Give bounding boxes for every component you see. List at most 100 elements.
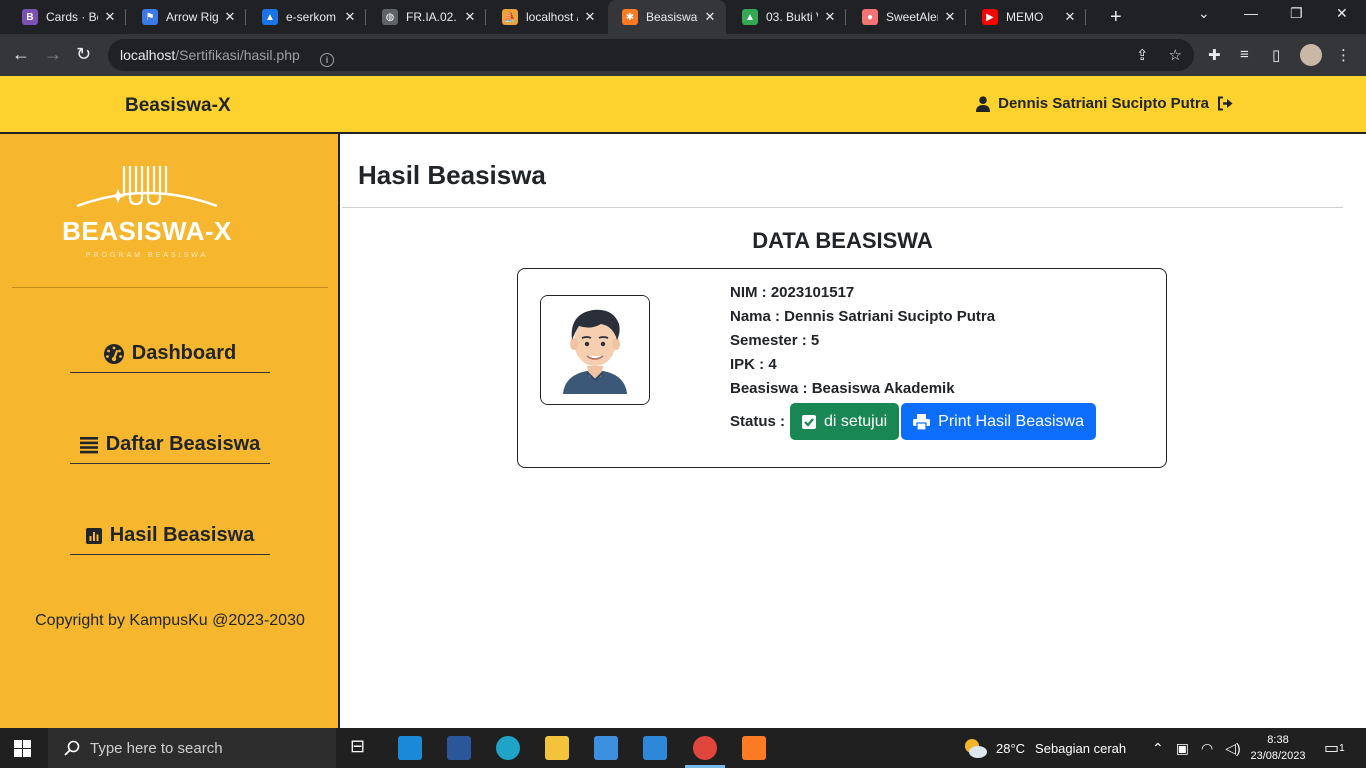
wifi-icon[interactable]: ◠ — [1201, 740, 1213, 757]
browser-tab[interactable]: ⚑ Arrow Righ ✕ — [128, 0, 246, 34]
weather-widget[interactable]: 28°C Sebagian cerah — [962, 728, 1126, 768]
browser-tab[interactable]: ⛵ localhost / ✕ — [488, 0, 606, 34]
url-path: /Sertifikasi/hasil.php — [175, 47, 300, 63]
tab-search-icon[interactable]: ⌄ — [1198, 5, 1210, 22]
close-tab-icon[interactable]: ✕ — [222, 9, 238, 25]
check-square-icon — [802, 414, 817, 429]
print-result-button[interactable]: Print Hasil Beasiswa — [901, 403, 1096, 440]
file-explorer-icon[interactable] — [545, 736, 569, 760]
extensions-puzzle-icon[interactable]: ✚ — [1208, 46, 1221, 64]
weather-desc: Sebagian cerah — [1035, 740, 1127, 756]
sidebar-item-label: Daftar Beasiswa — [105, 433, 261, 455]
browser-tab-bar: B Cards · Bo ✕ ⚑ Arrow Righ ✕ ▲ e-serkom ✕ ◍ FR.IA… — [0, 0, 1366, 34]
sidebar-item-label: Hasil Beasiswa — [109, 524, 255, 546]
browser-tab[interactable]: ▲ 03. Bukti V ✕ — [728, 0, 846, 34]
vscode-icon[interactable] — [398, 736, 422, 760]
address-bar[interactable]: i localhost/Sertifikasi/hasil.php ⇪ ☆ — [108, 39, 1194, 71]
bookmark-star-icon[interactable]: ☆ — [1169, 46, 1182, 64]
section-title: DATA BEASISWA — [752, 228, 933, 253]
tab-title: e-serkom — [286, 10, 337, 24]
notification-count: 1 — [1339, 742, 1345, 754]
system-tray: ⌃ ▣ ◠ ◁) — [1152, 728, 1241, 768]
sidebar: BEASISWA-X PROGRAM BEASISWA Dashboard Da… — [0, 134, 340, 728]
word-icon[interactable] — [447, 736, 471, 760]
back-icon[interactable]: ← — [12, 44, 30, 64]
close-window-button[interactable]: ✕ — [1336, 5, 1348, 22]
close-tab-icon[interactable]: ✕ — [1062, 9, 1078, 25]
new-tab-button[interactable]: + — [1110, 6, 1122, 29]
close-tab-icon[interactable]: ✕ — [582, 9, 598, 25]
edge-icon[interactable] — [496, 736, 520, 760]
browser-tab[interactable]: ▲ e-serkom ✕ — [248, 0, 366, 34]
browser-tab[interactable]: B Cards · Bo ✕ — [8, 0, 126, 34]
student-scholarship: Beasiswa : Beasiswa Akademik — [730, 380, 955, 397]
media-queue-icon[interactable]: ≡ — [1240, 46, 1249, 63]
sidebar-item-dashboard[interactable]: Dashboard — [70, 335, 270, 373]
tab-separator — [845, 9, 846, 25]
youtube-icon: ▶ — [982, 9, 998, 25]
user-icon — [976, 95, 991, 112]
notification-center-icon[interactable]: ▭ 1 — [1324, 728, 1345, 768]
chevron-up-icon[interactable]: ⌃ — [1152, 740, 1164, 757]
close-tab-icon[interactable]: ✕ — [102, 9, 118, 25]
mail-icon[interactable] — [643, 736, 667, 760]
forward-icon[interactable]: → — [44, 44, 62, 64]
tab-title: Arrow Righ — [166, 10, 218, 24]
browser-toolbar: ← → ↻ i localhost/Sertifikasi/hasil.php … — [0, 34, 1366, 76]
minimize-button[interactable]: — — [1244, 5, 1258, 21]
logout-icon[interactable] — [1217, 96, 1234, 111]
reload-icon[interactable]: ↻ — [76, 44, 91, 64]
chrome-icon[interactable] — [693, 736, 717, 760]
browser-tab[interactable]: ● SweetAlert ✕ — [848, 0, 966, 34]
close-tab-icon[interactable]: ✕ — [342, 9, 358, 25]
browser-tab[interactable]: ▶ MEMO ✕ — [968, 0, 1086, 34]
close-tab-icon[interactable]: ✕ — [942, 9, 958, 25]
xampp-icon[interactable] — [742, 736, 766, 760]
user-menu[interactable]: Dennis Satriani Sucipto Putra — [976, 95, 1234, 112]
close-tab-icon[interactable]: ✕ — [702, 9, 718, 25]
share-icon[interactable]: ⇪ — [1136, 46, 1149, 64]
store-icon[interactable] — [594, 736, 618, 760]
url-host: localhost — [120, 47, 176, 63]
status-row: Status : di setujui Print Hasil Beasiswa — [730, 403, 1096, 440]
taskbar-search[interactable]: Type here to search — [48, 728, 336, 768]
meet-icon[interactable]: ▣ — [1176, 740, 1189, 757]
gauge-icon — [103, 343, 124, 364]
browser-menu-icon[interactable]: ⋮ — [1336, 46, 1351, 64]
windows-start-icon[interactable] — [14, 740, 31, 757]
weather-temp: 28°C — [996, 740, 1026, 756]
beasiswa-logo: BEASISWA-X PROGRAM BEASISWA — [52, 164, 242, 264]
taskbar-clock[interactable]: 8:38 23/08/2023 — [1248, 732, 1308, 764]
app-navbar: Beasiswa-X Dennis Satriani Sucipto Putra — [0, 76, 1366, 134]
volume-icon[interactable]: ◁) — [1225, 740, 1240, 757]
browser-tab[interactable]: ◍ FR.IA.02. T ✕ — [368, 0, 486, 34]
logo-title: BEASISWA-X — [62, 216, 232, 246]
search-icon — [64, 740, 80, 756]
tab-title: Beasiswa-X — [646, 10, 698, 24]
status-approved-badge[interactable]: di setujui — [790, 403, 900, 440]
close-tab-icon[interactable]: ✕ — [822, 9, 838, 25]
print-button-label: Print Hasil Beasiswa — [938, 412, 1084, 430]
profile-avatar[interactable] — [1300, 44, 1322, 66]
tab-title: localhost / — [526, 10, 578, 24]
sidebar-item-hasil-beasiswa[interactable]: Hasil Beasiswa — [70, 517, 270, 555]
close-tab-icon[interactable]: ✕ — [462, 9, 478, 25]
student-avatar — [540, 295, 650, 405]
restore-button[interactable]: ❐ — [1290, 5, 1303, 22]
student-nim: NIM : 2023101517 — [730, 284, 855, 301]
globe-icon: ◍ — [382, 9, 398, 25]
sidebar-item-daftar-beasiswa[interactable]: Daftar Beasiswa — [70, 426, 270, 464]
side-panel-icon[interactable]: ▯ — [1272, 46, 1280, 64]
main-content: Hasil Beasiswa DATA BEASISWA NIM : 20231… — [342, 136, 1366, 728]
xampp-icon: ✱ — [622, 9, 638, 25]
flag-icon: ⚑ — [142, 9, 158, 25]
site-info-icon[interactable]: i — [320, 53, 334, 67]
tab-separator — [125, 9, 126, 25]
navbar-brand[interactable]: Beasiswa-X — [125, 95, 231, 117]
tab-separator — [965, 9, 966, 25]
search-placeholder: Type here to search — [90, 739, 223, 757]
browser-tab[interactable]: ✱ Beasiswa-X ✕ — [608, 0, 726, 34]
tab-title: MEMO — [1006, 10, 1044, 24]
task-view-icon[interactable]: ⊟ — [350, 736, 374, 760]
user-name: Dennis Satriani Sucipto Putra — [998, 95, 1209, 112]
